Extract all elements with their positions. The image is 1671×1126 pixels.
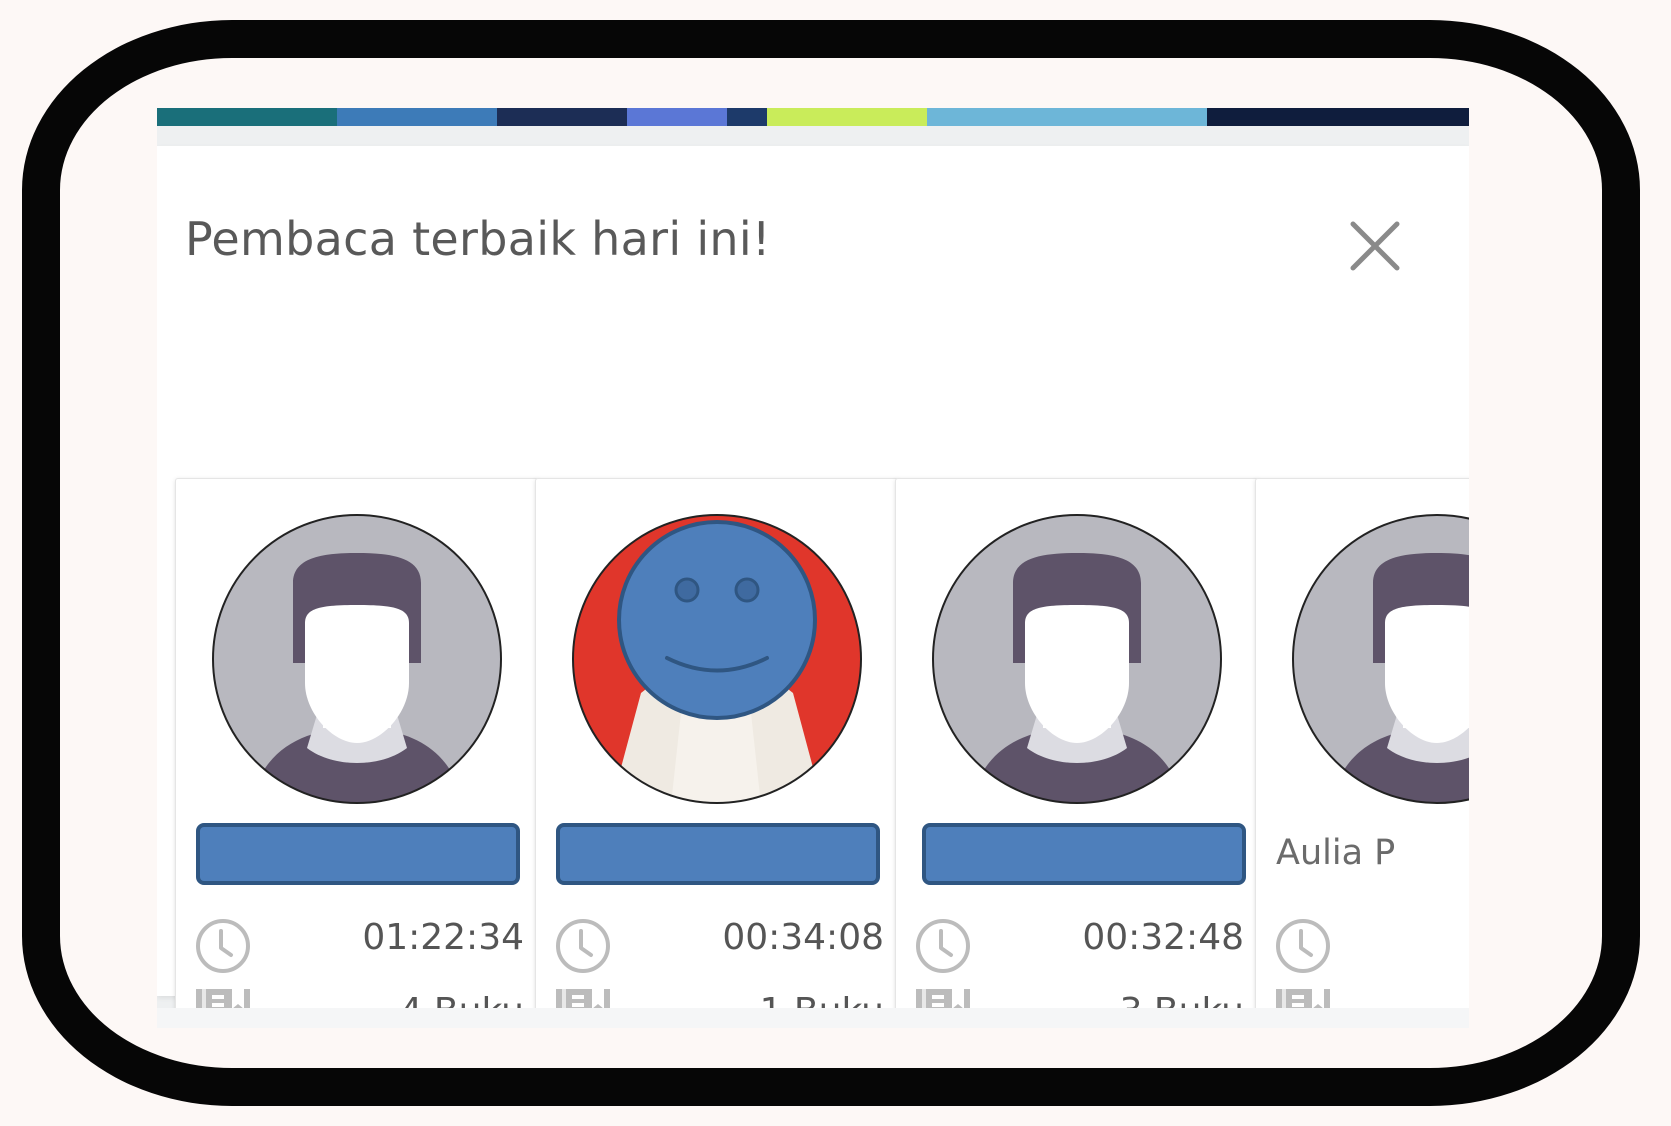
name-redaction [196,823,520,885]
default-avatar-icon [212,514,502,804]
bottom-strip [157,1008,1469,1028]
reader-carousel[interactable]: 01:22:34 4 Buku [175,478,1469,1028]
reader-name: Aulia P [1276,833,1396,873]
reader-card[interactable]: 01:22:34 4 Buku [175,478,539,1028]
name-redaction [556,823,880,885]
clock-icon [1276,919,1330,973]
name-redaction [922,823,1246,885]
reader-card[interactable]: Aulia P [1255,478,1469,1028]
app-viewport: Pembaca terbaik hari ini! 01:22:34 00:34… [157,108,1469,1028]
top-banner-image [157,108,1469,126]
photo-avatar [572,514,862,804]
reader-card[interactable]: 00:32:48 3 Buku [895,478,1259,1028]
clock-icon [916,919,970,973]
default-avatar-icon [1292,514,1469,804]
close-icon [1350,221,1400,271]
reading-time: 00:32:48 [1082,917,1244,958]
reader-card[interactable]: 00:34:08 1 Buku [535,478,899,1028]
panel-title: Pembaca terbaik hari ini! [185,212,771,266]
clock-icon [196,919,250,973]
top-readers-panel: Pembaca terbaik hari ini! 01:22:34 00:34… [157,146,1469,1028]
reading-time: 00:34:08 [722,917,884,958]
reading-time: 01:22:34 [362,917,524,958]
clock-icon [556,919,610,973]
smiley-icon [617,520,817,720]
close-button[interactable] [1345,216,1405,276]
default-avatar-icon [932,514,1222,804]
